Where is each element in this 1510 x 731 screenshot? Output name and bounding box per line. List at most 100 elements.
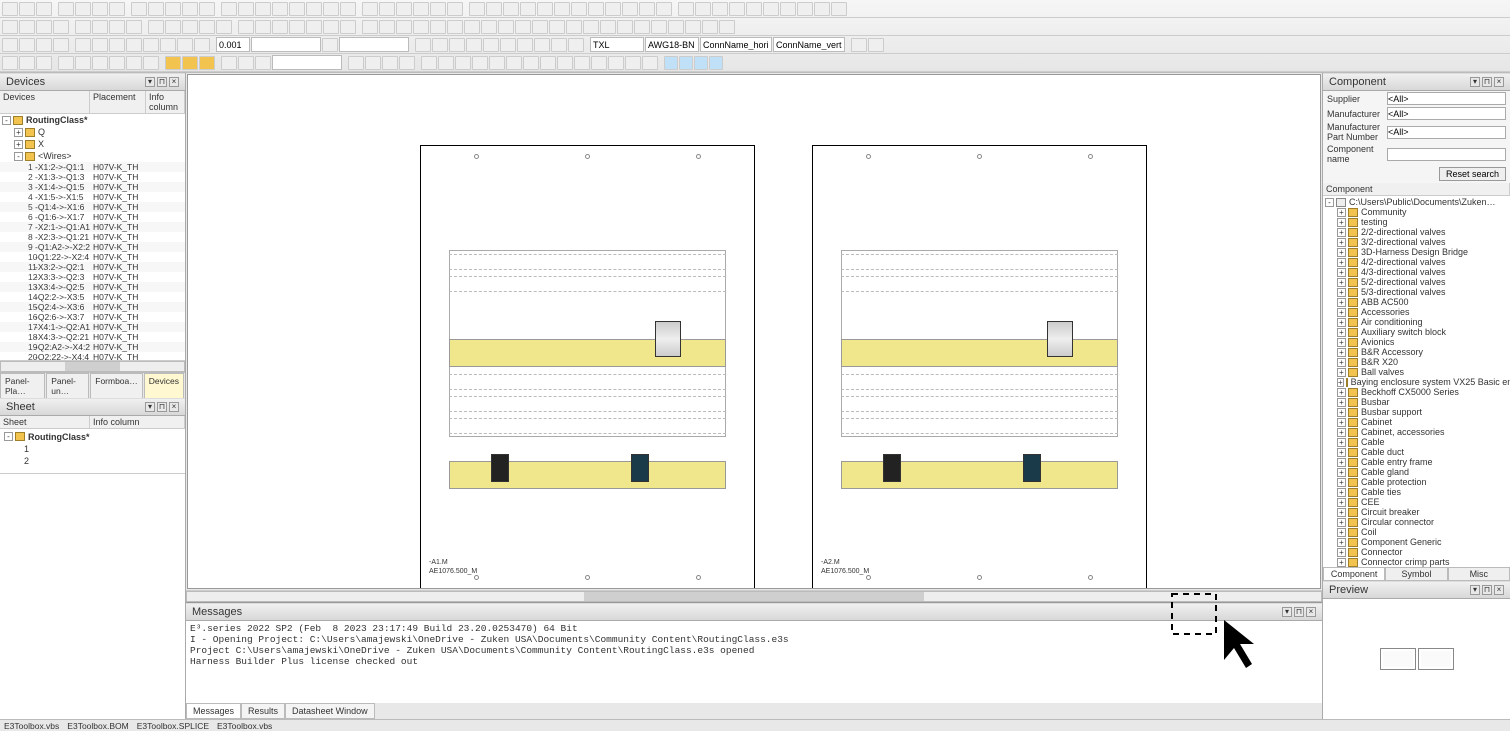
drawing-page-2[interactable]: -A2.M AE1076.500_M bbox=[812, 145, 1147, 589]
component-group[interactable]: +5/3-directional valves bbox=[1323, 287, 1510, 297]
status-item[interactable]: E3Toolbox.vbs bbox=[217, 721, 272, 731]
tb-btn[interactable] bbox=[182, 2, 198, 16]
contactor-component[interactable] bbox=[1047, 321, 1073, 357]
tb-btn[interactable] bbox=[53, 20, 69, 34]
tb-btn[interactable] bbox=[571, 2, 587, 16]
device-wire-row[interactable]: 11-X3:2->-Q2:1H07V-K_TH bbox=[0, 262, 185, 272]
tb-btn[interactable] bbox=[430, 20, 446, 34]
tb-btn[interactable] bbox=[36, 38, 52, 52]
tb-btn[interactable] bbox=[642, 56, 658, 70]
expand-icon[interactable]: + bbox=[1337, 488, 1346, 497]
pin-icon[interactable]: ⊓ bbox=[1482, 585, 1492, 595]
tb-btn[interactable] bbox=[306, 2, 322, 16]
tb-btn[interactable] bbox=[289, 2, 305, 16]
tree-root[interactable]: - C:\Users\Public\Documents\Zuken… bbox=[1323, 197, 1510, 207]
expand-icon[interactable]: + bbox=[1337, 458, 1346, 467]
component-group[interactable]: +testing bbox=[1323, 217, 1510, 227]
component-group[interactable]: +Avionics bbox=[1323, 337, 1510, 347]
tb-btn[interactable] bbox=[517, 38, 533, 52]
device-wire-row[interactable]: 3-X1:4->-Q1:5H07V-K_TH bbox=[0, 182, 185, 192]
tab-formboard[interactable]: Formboa… bbox=[90, 373, 143, 398]
tb-btn[interactable] bbox=[503, 2, 519, 16]
component-group[interactable]: +Coil bbox=[1323, 527, 1510, 537]
tb-btn[interactable] bbox=[109, 38, 125, 52]
tb-btn[interactable] bbox=[702, 20, 718, 34]
tb-btn[interactable] bbox=[306, 20, 322, 34]
tab-messages[interactable]: Messages bbox=[186, 703, 241, 719]
expand-icon[interactable]: + bbox=[14, 128, 23, 137]
expand-icon[interactable]: + bbox=[1337, 278, 1346, 287]
tb-btn[interactable] bbox=[415, 38, 431, 52]
cname-input[interactable] bbox=[1387, 148, 1506, 161]
tb-btn[interactable] bbox=[831, 2, 847, 16]
tb-btn[interactable] bbox=[322, 38, 338, 52]
tb-btn[interactable] bbox=[323, 20, 339, 34]
collapse-icon[interactable]: - bbox=[2, 116, 11, 125]
close-icon[interactable]: × bbox=[1306, 607, 1316, 617]
toolbar-row-3[interactable] bbox=[0, 36, 1510, 54]
component-group[interactable]: +Cable entry frame bbox=[1323, 457, 1510, 467]
tb-btn-active[interactable] bbox=[664, 56, 678, 70]
tb-btn[interactable] bbox=[780, 2, 796, 16]
expand-icon[interactable]: + bbox=[1337, 438, 1346, 447]
tab-datasheet[interactable]: Datasheet Window bbox=[285, 703, 375, 719]
tb-btn[interactable] bbox=[92, 56, 108, 70]
device-wire-row[interactable]: 5-Q1:4->-X1:6H07V-K_TH bbox=[0, 202, 185, 212]
devices-panel-header[interactable]: Devices ▾ ⊓ × bbox=[0, 73, 185, 91]
tb-btn[interactable] bbox=[75, 2, 91, 16]
tb-btn[interactable] bbox=[432, 38, 448, 52]
tb-btn[interactable] bbox=[365, 56, 381, 70]
tb-btn[interactable] bbox=[340, 2, 356, 16]
tb-btn[interactable] bbox=[126, 56, 142, 70]
tb-btn[interactable] bbox=[255, 2, 271, 16]
component-group[interactable]: +Accessories bbox=[1323, 307, 1510, 317]
tb-btn[interactable] bbox=[413, 20, 429, 34]
tb-btn[interactable] bbox=[19, 20, 35, 34]
canvas-hscroll[interactable] bbox=[186, 590, 1322, 602]
expand-icon[interactable]: + bbox=[1337, 368, 1346, 377]
component-group[interactable]: +Connector bbox=[1323, 547, 1510, 557]
tab-component[interactable]: Component bbox=[1323, 567, 1385, 581]
component-panel-header[interactable]: Component ▾ ⊓ × bbox=[1323, 73, 1510, 91]
tb-btn[interactable] bbox=[289, 20, 305, 34]
toolbar-row-4[interactable] bbox=[0, 54, 1510, 72]
tb-btn[interactable] bbox=[466, 38, 482, 52]
tb-btn[interactable] bbox=[255, 56, 271, 70]
expand-icon[interactable]: + bbox=[1337, 398, 1346, 407]
expand-icon[interactable]: + bbox=[1337, 308, 1346, 317]
tb-btn[interactable] bbox=[639, 2, 655, 16]
tb-btn[interactable] bbox=[656, 2, 672, 16]
expand-icon[interactable]: + bbox=[1337, 288, 1346, 297]
tb-btn[interactable] bbox=[506, 56, 522, 70]
component-group[interactable]: +5/2-directional valves bbox=[1323, 277, 1510, 287]
collapse-icon[interactable]: - bbox=[1325, 198, 1334, 207]
expand-icon[interactable]: + bbox=[1337, 268, 1346, 277]
tb-btn[interactable] bbox=[486, 2, 502, 16]
component-group[interactable]: +Cable gland bbox=[1323, 467, 1510, 477]
tb-btn[interactable] bbox=[238, 2, 254, 16]
tab-symbol[interactable]: Symbol bbox=[1385, 567, 1447, 581]
tb-btn[interactable] bbox=[19, 2, 35, 16]
tree-node-wires[interactable]: -<Wires> bbox=[0, 150, 185, 162]
toolbar-row-2[interactable] bbox=[0, 18, 1510, 36]
component-group[interactable]: +Connector crimp parts bbox=[1323, 557, 1510, 567]
component-group[interactable]: +Community bbox=[1323, 207, 1510, 217]
tb-btn[interactable] bbox=[421, 56, 437, 70]
tab-panel-unplaced[interactable]: Panel-un… bbox=[46, 373, 89, 398]
pin-icon[interactable]: ⊓ bbox=[1294, 607, 1304, 617]
component-group[interactable]: +Ball valves bbox=[1323, 367, 1510, 377]
component-group[interactable]: +Auxiliary switch block bbox=[1323, 327, 1510, 337]
pin-icon[interactable]: ⊓ bbox=[157, 77, 167, 87]
tb-btn[interactable] bbox=[126, 20, 142, 34]
expand-icon[interactable]: + bbox=[1337, 228, 1346, 237]
col-sheet[interactable]: Sheet bbox=[0, 416, 90, 428]
terminal-component[interactable] bbox=[1023, 454, 1041, 482]
device-wire-row[interactable]: 8-X2:3->-Q1:21H07V-K_TH bbox=[0, 232, 185, 242]
tb-btn[interactable] bbox=[382, 56, 398, 70]
combo-txl[interactable] bbox=[590, 37, 644, 52]
contactor-component[interactable] bbox=[655, 321, 681, 357]
close-icon[interactable]: × bbox=[169, 402, 179, 412]
tb-btn[interactable] bbox=[323, 2, 339, 16]
tb-btn[interactable] bbox=[199, 20, 215, 34]
tb-btn[interactable] bbox=[36, 56, 52, 70]
